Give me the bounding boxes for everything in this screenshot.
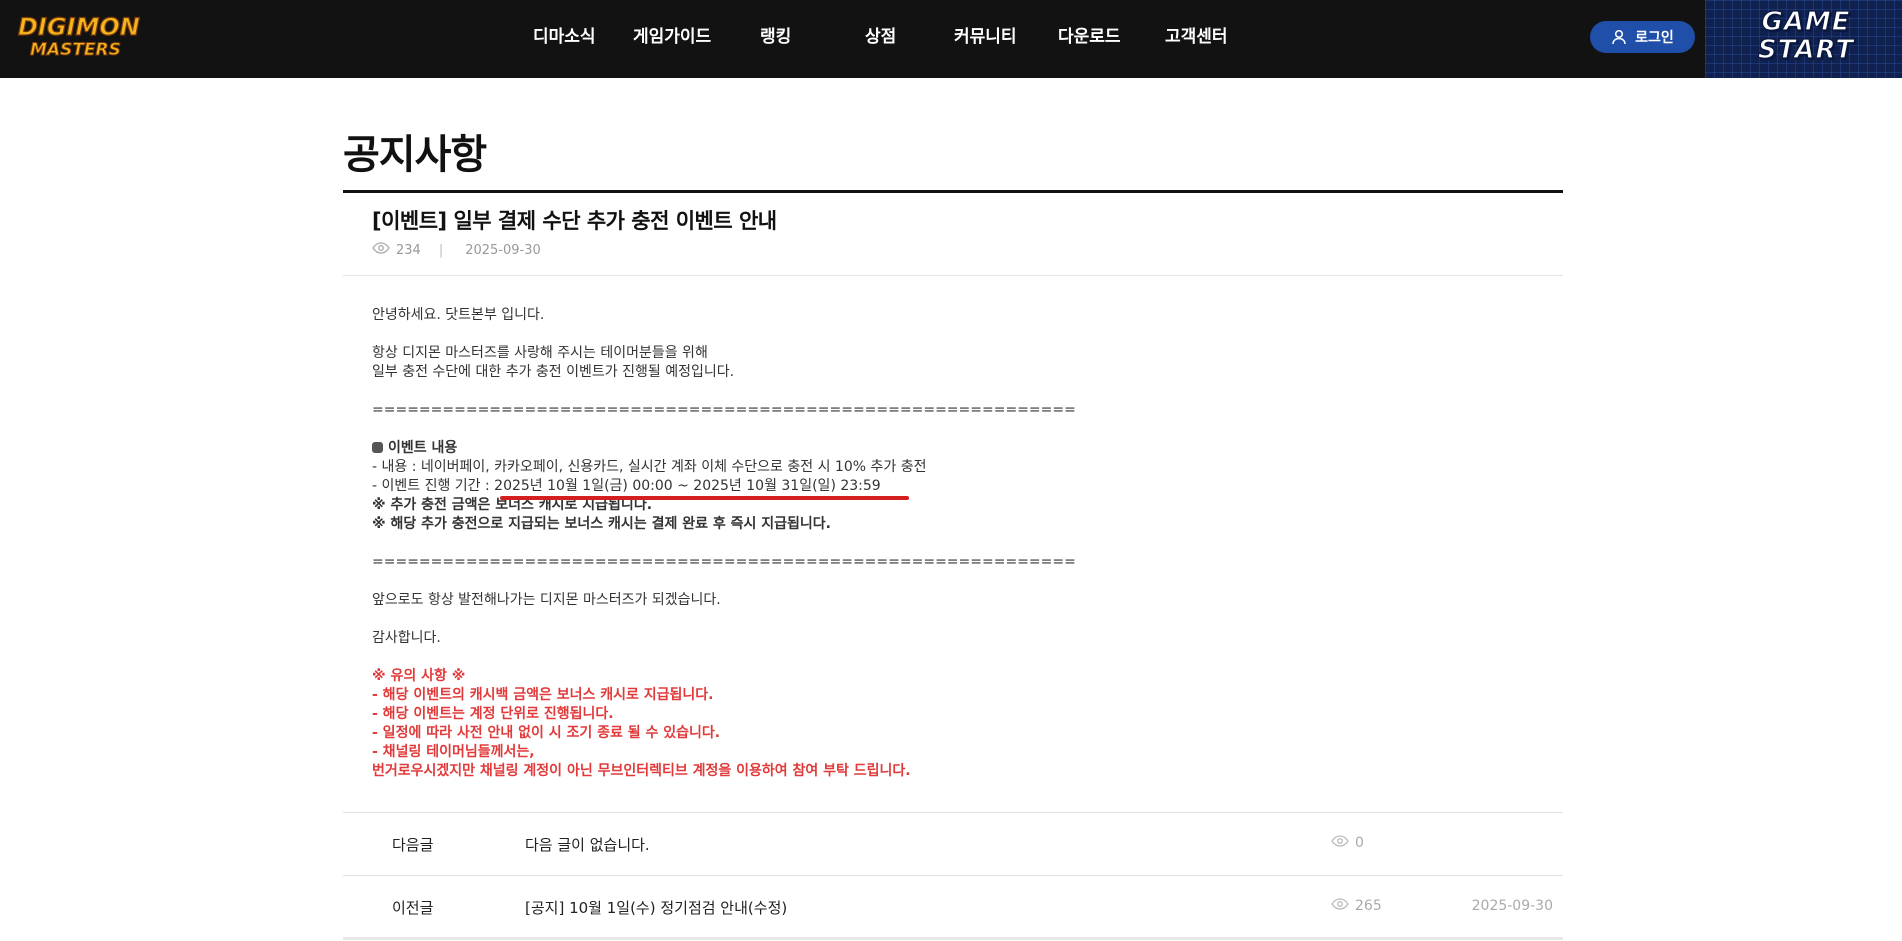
nav-news[interactable]: 디마소식	[533, 22, 596, 47]
nav-rows-bottom-divider	[343, 937, 1563, 940]
nav-ranking[interactable]: 랭킹	[760, 22, 791, 47]
intro-line-2: 일부 충전 수단에 대한 추가 충전 이벤트가 진행될 예정입니다.	[372, 364, 735, 380]
logo-line-2: MASTERS	[30, 40, 121, 60]
prev-post-title[interactable]: [공지] 10월 1일(수) 정기점검 안내(수정)	[525, 897, 787, 918]
nav-shop[interactable]: 상점	[865, 22, 896, 47]
next-post-views-count: 0	[1355, 835, 1364, 851]
greeting: 안녕하세요. 닷트본부 입니다.	[372, 307, 545, 323]
section-heading: 이벤트 내용	[372, 439, 1072, 458]
post-meta: 234 | 2025-09-30	[372, 242, 541, 258]
login-label: 로그인	[1635, 30, 1674, 46]
closing-line: 앞으로도 항상 발전해나가는 디지몬 마스터즈가 되겠습니다.	[372, 592, 721, 608]
event-period: - 이벤트 진행 기간 : 2025년 10월 1일(금) 00:00 ~ 20…	[372, 478, 881, 494]
square-bullet-icon	[372, 442, 383, 453]
nav-customer-center[interactable]: 고객센터	[1165, 22, 1228, 47]
nav-game-guide[interactable]: 게임가이드	[633, 22, 711, 47]
eye-icon	[1331, 835, 1349, 851]
digimon-masters-logo[interactable]: DIGIMON MASTERS	[14, 11, 164, 61]
user-icon	[1611, 29, 1627, 45]
game-start-label: GAME START	[1741, 7, 1871, 65]
game-start-line-1: GAME	[1761, 7, 1851, 37]
caution-line-2: - 해당 이벤트는 계정 단위로 진행됩니다.	[372, 706, 614, 722]
eye-icon	[372, 242, 390, 258]
game-start-button[interactable]: GAME START	[1705, 0, 1902, 78]
caution-line-1: - 해당 이벤트의 캐시백 금액은 보너스 캐시로 지급됩니다.	[372, 687, 714, 703]
next-post-title[interactable]: 다음 글이 없습니다.	[525, 834, 650, 855]
logo-line-1: DIGIMON	[18, 13, 140, 41]
eye-icon	[1331, 898, 1349, 914]
event-note-2: ※ 해당 추가 충전으로 지급되는 보너스 캐시는 결제 완료 후 즉시 지급됩…	[372, 516, 831, 532]
prev-post-views: 265	[1331, 898, 1382, 914]
prev-post-label: 이전글	[392, 899, 434, 917]
top-navigation-bar: DIGIMON MASTERS 디마소식 게임가이드 랭킹 상점 커뮤니티 다운…	[0, 0, 1902, 78]
next-post-row[interactable]: 다음글 다음 글이 없습니다. 0	[343, 813, 1563, 875]
prev-post-date: 2025-09-30	[1471, 898, 1553, 914]
game-start-line-2: START	[1757, 35, 1855, 65]
next-post-views: 0	[1331, 835, 1364, 851]
caution-line-4: - 채널링 테이머님들께서는,	[372, 744, 535, 760]
next-post-label: 다음글	[392, 836, 434, 854]
title-divider	[343, 190, 1563, 193]
meta-divider	[343, 275, 1563, 276]
prev-post-row[interactable]: 이전글 [공지] 10월 1일(수) 정기점검 안내(수정) 265 2025-…	[343, 876, 1563, 938]
login-button[interactable]: 로그인	[1590, 21, 1695, 53]
page-title: 공지사항	[343, 132, 487, 178]
red-underline-annotation	[500, 496, 909, 500]
caution-line-5: 번거로우시겠지만 채널링 계정이 아닌 무브인터렉티브 계정을 이용하여 참여 …	[372, 763, 911, 779]
post-views: 234	[396, 242, 421, 258]
intro-line-1: 항상 디지몬 마스터즈를 사랑해 주시는 테이머분들을 위해	[372, 345, 708, 361]
event-content: - 내용 : 네이버페이, 카카오페이, 신용카드, 실시간 계좌 이체 수단으…	[372, 459, 927, 475]
caution-heading: ※ 유의 사항 ※	[372, 668, 466, 684]
divider-line-2: ========================================…	[372, 554, 1076, 570]
divider-line-1: ========================================…	[372, 402, 1076, 418]
prev-post-views-count: 265	[1355, 898, 1382, 914]
nav-download[interactable]: 다운로드	[1058, 22, 1121, 47]
post-title: [이벤트] 일부 결제 수단 추가 충전 이벤트 안내	[372, 209, 777, 233]
post-date: 2025-09-30	[465, 242, 541, 258]
section-heading-text: 이벤트 내용	[388, 440, 458, 456]
thanks-line: 감사합니다.	[372, 630, 441, 646]
nav-community[interactable]: 커뮤니티	[954, 22, 1017, 47]
post-body: 안녕하세요. 닷트본부 입니다. 항상 디지몬 마스터즈를 사랑해 주시는 테이…	[372, 306, 1076, 781]
meta-separator: |	[438, 242, 444, 258]
caution-line-3: - 일정에 따라 사전 안내 없이 시 조기 종료 될 수 있습니다.	[372, 725, 721, 741]
